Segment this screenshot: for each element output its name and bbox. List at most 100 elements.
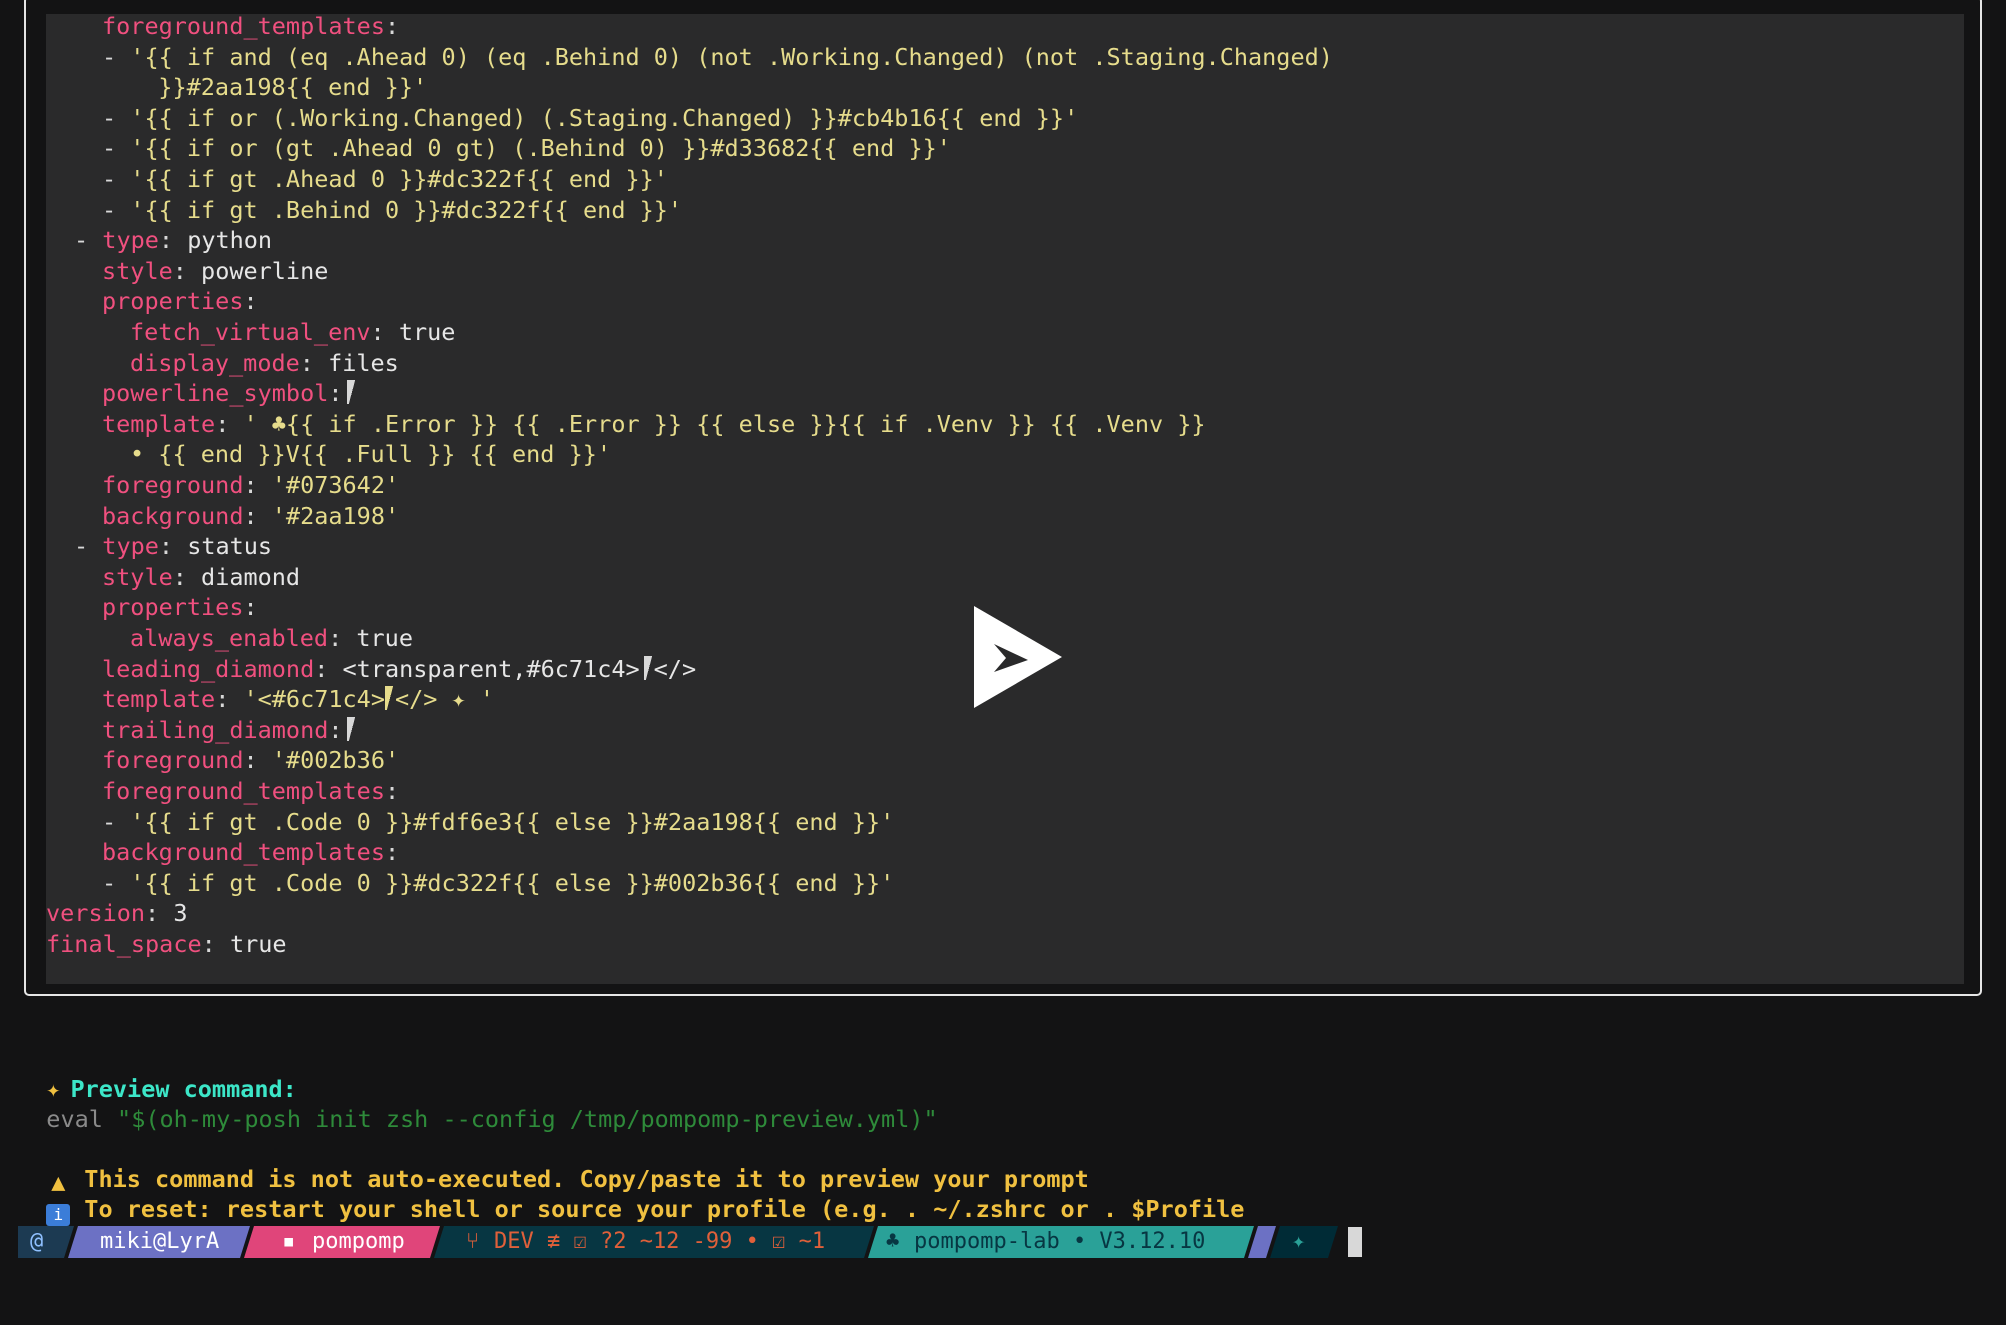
code-line: properties: — [102, 286, 258, 316]
yaml-text: - — [102, 165, 131, 193]
code-line: foreground_templates: — [102, 776, 399, 806]
yaml-key: style — [102, 256, 173, 285]
yaml-string: • {{ end }}V{{ .Full }} {{ end }}' — [130, 440, 612, 469]
yaml-key: style — [102, 562, 173, 591]
command-string: "$(oh-my-posh init zsh --config /tmp/pom… — [117, 1105, 938, 1133]
yaml-text: : — [328, 624, 357, 652]
yaml-string: '#002b36' — [271, 746, 400, 775]
code-line: fetch_virtual_env: true — [130, 317, 455, 347]
yaml-key: foreground — [102, 471, 244, 499]
yaml-text: - — [102, 807, 131, 836]
preview-command[interactable]: eval "$(oh-my-posh init zsh --config /tm… — [18, 1074, 937, 1133]
yaml-text: true — [356, 624, 413, 652]
yaml-key: foreground_templates — [102, 777, 385, 805]
code-line: trailing_diamond: — [102, 715, 357, 745]
yaml-text: : — [384, 838, 400, 867]
yaml-text: : — [370, 318, 399, 346]
code-line: background_templates: — [102, 837, 399, 867]
yaml-text: powerline — [201, 256, 329, 285]
code-line: properties: — [102, 592, 258, 622]
code-line: powerline_symbol: — [102, 378, 357, 408]
yaml-text: - — [74, 226, 103, 255]
yaml-text: : — [243, 501, 272, 530]
yaml-string: ' ♣{{ if .Error }} {{ .Error }} {{ else … — [243, 409, 1206, 438]
terminal-cursor[interactable] — [1348, 1227, 1362, 1257]
yaml-text: <transparent,#6c71c4> — [342, 654, 640, 683]
yaml-text: : — [243, 287, 258, 316]
code-line: foreground: '#002b36' — [102, 745, 399, 775]
code-line: always_enabled: true — [130, 623, 413, 653]
prompt-folder: pompomp — [312, 1229, 405, 1254]
yaml-text: : — [243, 593, 258, 622]
yaml-key: powerline_symbol — [102, 379, 329, 408]
yaml-text: : — [243, 746, 272, 775]
yaml-text: 3 — [173, 899, 188, 928]
code-line: version: 3 — [46, 898, 188, 928]
yaml-text: status — [187, 532, 273, 561]
code-line: - '{{ if gt .Behind 0 }}#dc322f{{ end }}… — [102, 195, 682, 225]
yaml-text: : — [158, 226, 188, 255]
yaml-string: '{{ if gt .Code 0 }}#fdf6e3{{ else }}#2a… — [130, 807, 895, 836]
code-line: - '{{ if or (gt .Ahead 0 gt) (.Behind 0)… — [102, 133, 951, 163]
preview-header: ✦ Preview command: — [18, 1044, 297, 1103]
command-prefix: eval — [46, 1105, 118, 1133]
yaml-text: : — [328, 379, 343, 408]
yaml-string: '{{ if gt .Ahead 0 }}#dc322f{{ end }}' — [130, 165, 668, 193]
code-panel: foreground_templates: - '{{ if and (eq .A… — [46, 12, 1964, 984]
powerline-glyph-icon — [346, 380, 357, 405]
yaml-string: '#073642' — [271, 471, 400, 499]
yaml-key: trailing_diamond — [102, 715, 329, 744]
code-line: }}#2aa198{{ end }}' — [130, 72, 427, 102]
prompt-user-host: miki@LyrA — [100, 1229, 220, 1254]
yaml-string: '{{ if gt .Code 0 }}#dc322f{{ else }}#00… — [130, 868, 895, 897]
info-icon: i — [46, 1204, 71, 1226]
yaml-text: : — [145, 899, 174, 928]
code-line: style: diamond — [102, 562, 300, 592]
folder-icon: ▪ — [282, 1229, 296, 1254]
yaml-key: template — [102, 685, 216, 714]
yaml-string: '{{ if and (eq .Ahead 0) (eq .Behind 0) … — [130, 42, 1333, 71]
yaml-text: - — [102, 134, 131, 163]
yaml-text: : — [172, 562, 202, 591]
code-line: final_space: true — [46, 929, 287, 959]
yaml-text: : — [201, 930, 230, 958]
yaml-text: - — [74, 532, 103, 561]
yaml-text: - — [102, 195, 131, 224]
yaml-key: final_space — [46, 930, 202, 958]
yaml-string: '<#6c71c4> — [243, 685, 385, 714]
yaml-key: leading_diamond — [102, 654, 315, 683]
yaml-key: always_enabled — [130, 624, 329, 652]
yaml-key: foreground — [102, 746, 244, 775]
play-icon[interactable] — [972, 604, 1064, 710]
powerline-glyph-icon — [643, 655, 654, 680]
info-text: To reset: restart your shell or source y… — [84, 1195, 1245, 1223]
prompt-git-status: DEV ≢ ☑ ?2 ~12 -99 • ☑ ~1 — [494, 1229, 826, 1254]
yaml-text: : — [384, 777, 400, 805]
yaml-key: type — [102, 226, 159, 255]
yaml-text: : — [314, 654, 343, 683]
status-icon: ✦ — [1292, 1229, 1306, 1254]
yaml-key: template — [102, 409, 216, 438]
yaml-text: - — [102, 42, 131, 71]
os-icon: @ — [30, 1229, 44, 1254]
prompt-python: pompomp-lab • V3.12.10 — [914, 1229, 1206, 1254]
yaml-text: : — [158, 532, 188, 561]
yaml-string: '{{ if or (gt .Ahead 0 gt) (.Behind 0) }… — [130, 134, 951, 163]
code-line: - '{{ if or (.Working.Changed) (.Staging… — [102, 103, 1078, 133]
yaml-key: type — [102, 532, 159, 561]
yaml-key: background — [102, 501, 244, 530]
yaml-text: diamond — [201, 562, 301, 591]
code-line: leading_diamond: <transparent,#6c71c4> </… — [102, 654, 696, 684]
code-line: background: '#2aa198' — [102, 501, 399, 531]
code-line: display_mode: files — [130, 348, 399, 378]
code-line: template: ' ♣{{ if .Error }} {{ .Error }… — [102, 409, 1206, 439]
yaml-text: : — [172, 256, 202, 285]
yaml-string: '{{ if or (.Working.Changed) (.Staging.C… — [130, 103, 1079, 132]
yaml-string: '{{ if gt .Behind 0 }}#dc322f{{ end }}' — [130, 195, 683, 224]
code-line: - '{{ if and (eq .Ahead 0) (eq .Behind 0… — [102, 42, 1333, 72]
yaml-text: : — [243, 471, 272, 499]
info-line: i To reset: restart your shell or source … — [18, 1164, 1244, 1226]
code-line: - '{{ if gt .Ahead 0 }}#dc322f{{ end }}' — [102, 164, 668, 194]
powerline-glyph-icon — [346, 716, 357, 741]
yaml-text: : — [215, 685, 244, 714]
